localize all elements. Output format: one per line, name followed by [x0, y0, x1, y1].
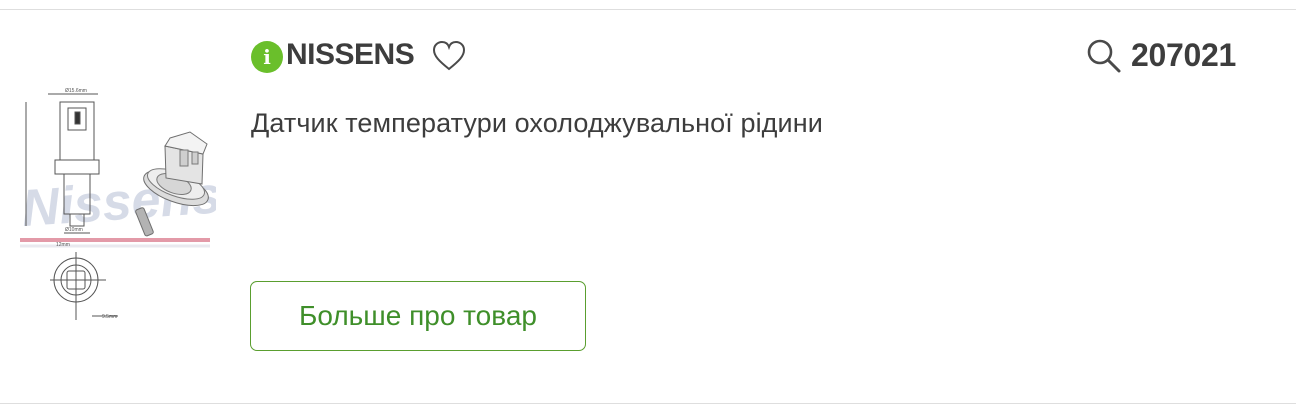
heart-icon[interactable] [432, 40, 466, 72]
top-divider [0, 9, 1296, 10]
bottom-divider [0, 403, 1296, 404]
search-icon[interactable] [1086, 38, 1122, 74]
svg-text:12mm: 12mm [56, 242, 70, 248]
product-image[interactable]: Nissens Ø15.6mm Ø10mm 12mm 9.5mm [20, 88, 223, 328]
more-about-product-button[interactable]: Больше про товар [250, 281, 586, 351]
brand-name: NISSENS [286, 38, 415, 71]
article-number: 207021 [1131, 37, 1236, 73]
product-description: Датчик температури охолоджувальної рідин… [251, 108, 823, 138]
svg-text:9.5mm: 9.5mm [102, 314, 117, 320]
svg-text:Ø10mm: Ø10mm [65, 227, 83, 233]
svg-text:Ø15.6mm: Ø15.6mm [65, 88, 87, 94]
info-icon[interactable]: i [251, 41, 283, 73]
